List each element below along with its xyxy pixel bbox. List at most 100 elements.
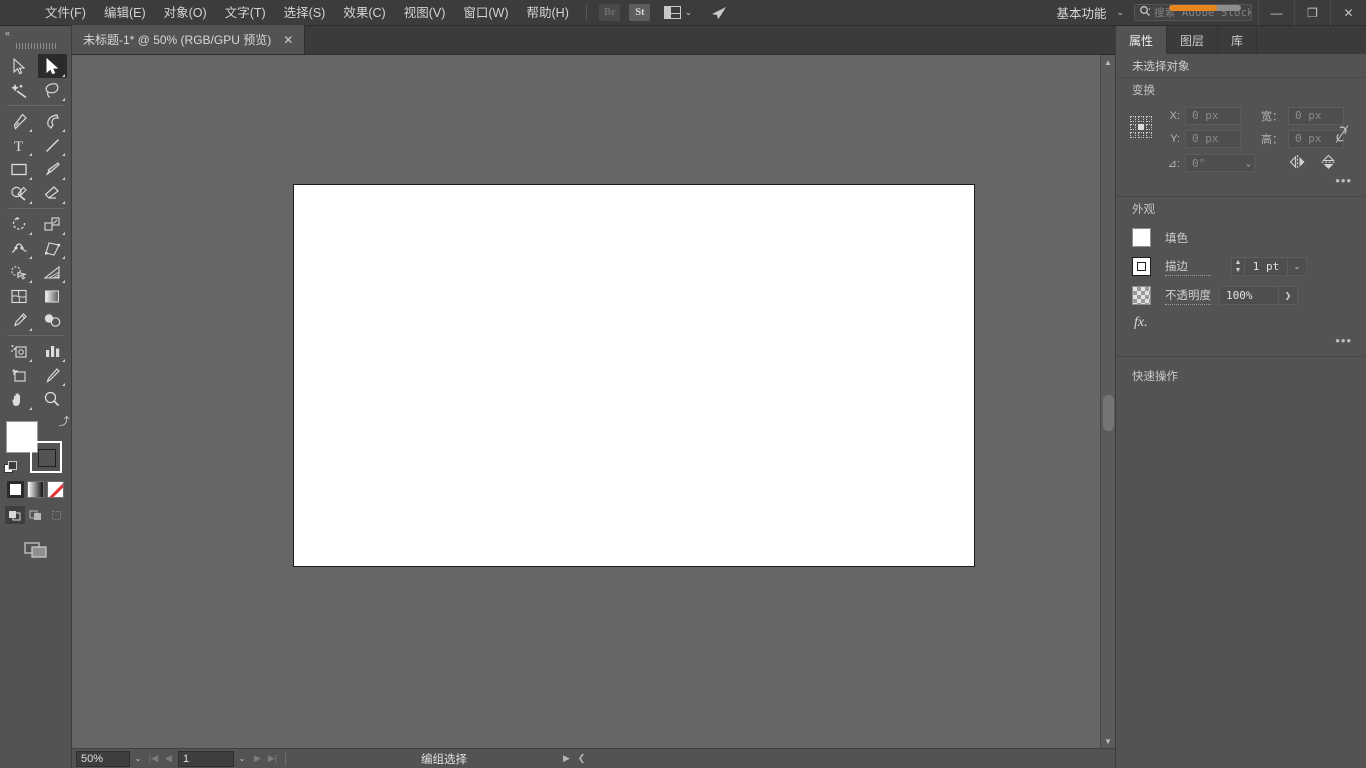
blend-tool[interactable]	[38, 308, 67, 332]
column-graph-tool[interactable]	[38, 339, 67, 363]
color-swatch-button[interactable]	[7, 481, 24, 498]
rectangle-tool[interactable]	[5, 157, 34, 181]
mesh-tool[interactable]	[5, 284, 34, 308]
collapse-tools-button[interactable]: «	[0, 26, 71, 40]
next-artboard-button[interactable]: ▶	[250, 751, 265, 767]
minimize-button[interactable]: —	[1258, 0, 1294, 26]
document-tab[interactable]: 未标题-1* @ 50% (RGB/GPU 预览) ✕	[72, 25, 305, 54]
opacity-options-chevron-icon[interactable]: ❯	[1279, 286, 1298, 305]
menu-edit[interactable]: 编辑(E)	[95, 0, 155, 26]
draw-behind-button[interactable]	[26, 506, 46, 524]
y-input[interactable]: 0 px	[1185, 130, 1241, 148]
flip-vertical-button[interactable]	[1320, 154, 1337, 173]
hand-tool[interactable]	[5, 387, 34, 411]
stroke-label[interactable]: 描边	[1165, 258, 1211, 276]
draw-normal-button[interactable]	[5, 506, 25, 524]
menu-object[interactable]: 对象(O)	[155, 0, 216, 26]
menu-view[interactable]: 视图(V)	[395, 0, 455, 26]
perspective-grid-tool[interactable]	[38, 260, 67, 284]
width-input[interactable]: 0 px	[1288, 107, 1344, 125]
angle-input[interactable]: 0° ⌄	[1185, 154, 1255, 172]
x-input[interactable]: 0 px	[1185, 107, 1241, 125]
free-transform-tool[interactable]	[38, 236, 67, 260]
zoom-tool[interactable]	[38, 387, 67, 411]
first-artboard-button[interactable]: |◀	[146, 751, 161, 767]
artboard-number-input[interactable]: 1	[178, 751, 234, 767]
zoom-level-input[interactable]: 50%	[76, 751, 130, 767]
flip-horizontal-button[interactable]	[1289, 154, 1306, 173]
magic-wand-tool[interactable]	[5, 78, 34, 102]
stroke-weight-stepper[interactable]: ▲▼	[1231, 257, 1244, 276]
paintbrush-tool[interactable]	[38, 157, 67, 181]
appearance-fill-swatch[interactable]	[1132, 228, 1151, 247]
bridge-button[interactable]: Br	[598, 4, 622, 22]
draw-inside-button[interactable]	[47, 506, 67, 524]
reference-point-widget[interactable]	[1130, 116, 1152, 138]
slice-tool[interactable]	[38, 363, 67, 387]
status-resize-handle[interactable]: ❮	[574, 751, 589, 767]
menu-effect[interactable]: 效果(C)	[334, 0, 394, 26]
stock-button[interactable]: St	[628, 4, 652, 22]
lasso-tool[interactable]	[38, 78, 67, 102]
share-button[interactable]	[704, 4, 734, 22]
status-menu-button[interactable]: ▶	[559, 751, 574, 767]
restore-button[interactable]: ❐	[1294, 0, 1330, 26]
width-tool[interactable]	[5, 236, 34, 260]
pen-tool[interactable]	[5, 109, 34, 133]
arrange-documents-button[interactable]: ⌄	[658, 4, 698, 22]
vertical-scroll-thumb[interactable]	[1103, 395, 1114, 431]
stroke-options-chevron-icon[interactable]: ⌄	[1288, 257, 1307, 276]
canvas-vertical-scrollbar[interactable]: ▲ ▼	[1100, 55, 1115, 748]
chevron-down-icon[interactable]: ⌄	[1246, 159, 1251, 168]
tab-libraries[interactable]: 库	[1218, 26, 1257, 54]
shaper-tool[interactable]	[5, 181, 34, 205]
previous-artboard-button[interactable]: ◀	[161, 751, 176, 767]
screen-mode-button[interactable]	[0, 540, 71, 560]
stroke-weight-input[interactable]: 1 pt	[1244, 257, 1288, 276]
tab-properties[interactable]: 属性	[1116, 26, 1167, 54]
last-artboard-button[interactable]: ▶|	[265, 751, 280, 767]
tools-panel-grip[interactable]	[0, 40, 71, 52]
opacity-input[interactable]: 100%	[1219, 286, 1279, 305]
tab-layers[interactable]: 图层	[1167, 26, 1218, 54]
rotate-tool[interactable]	[5, 212, 34, 236]
zoom-dropdown-icon[interactable]: ⌄	[130, 751, 146, 767]
menu-type[interactable]: 文字(T)	[216, 0, 275, 26]
eyedropper-tool[interactable]	[5, 308, 34, 332]
eraser-tool[interactable]	[38, 181, 67, 205]
gradient-swatch-button[interactable]	[27, 481, 44, 498]
effects-row[interactable]: fx.	[1116, 310, 1366, 336]
appearance-more-options-button[interactable]: •••	[1116, 336, 1366, 350]
direct-selection-tool[interactable]	[38, 54, 67, 78]
selection-tool[interactable]	[5, 54, 34, 78]
gradient-tool[interactable]	[38, 284, 67, 308]
curvature-tool[interactable]	[38, 109, 67, 133]
opacity-label[interactable]: 不透明度	[1165, 287, 1211, 305]
type-tool[interactable]: T	[5, 133, 34, 157]
stroke-color-swatch[interactable]	[30, 441, 62, 473]
appearance-opacity-swatch[interactable]	[1132, 286, 1151, 305]
document-canvas[interactable]	[72, 55, 1100, 748]
line-segment-tool[interactable]	[38, 133, 67, 157]
menu-file[interactable]: 文件(F)	[36, 0, 95, 26]
transform-more-options-button[interactable]: •••	[1116, 176, 1366, 190]
none-swatch-button[interactable]	[47, 481, 64, 498]
scroll-up-icon[interactable]: ▲	[1101, 55, 1115, 69]
stock-search-input[interactable]: 搜索 Adobe Stock	[1134, 4, 1252, 21]
shape-builder-tool[interactable]	[5, 260, 34, 284]
scale-tool[interactable]	[38, 212, 67, 236]
appearance-stroke-swatch[interactable]	[1132, 257, 1151, 276]
default-fill-stroke-icon[interactable]	[4, 461, 16, 473]
symbol-sprayer-tool[interactable]	[5, 339, 34, 363]
workspace-switcher[interactable]: 基本功能 ⌄	[1046, 0, 1134, 26]
menu-select[interactable]: 选择(S)	[275, 0, 335, 26]
close-button[interactable]: ✕	[1330, 0, 1366, 26]
menu-help[interactable]: 帮助(H)	[518, 0, 578, 26]
artboard[interactable]	[293, 184, 975, 567]
menu-window[interactable]: 窗口(W)	[454, 0, 517, 26]
constrain-proportions-button[interactable]	[1334, 124, 1350, 147]
swap-fill-stroke-icon[interactable]: ⤴	[59, 413, 70, 429]
artboard-tool[interactable]	[5, 363, 34, 387]
artboard-dropdown-icon[interactable]: ⌄	[234, 751, 250, 767]
close-icon[interactable]: ✕	[281, 33, 295, 47]
